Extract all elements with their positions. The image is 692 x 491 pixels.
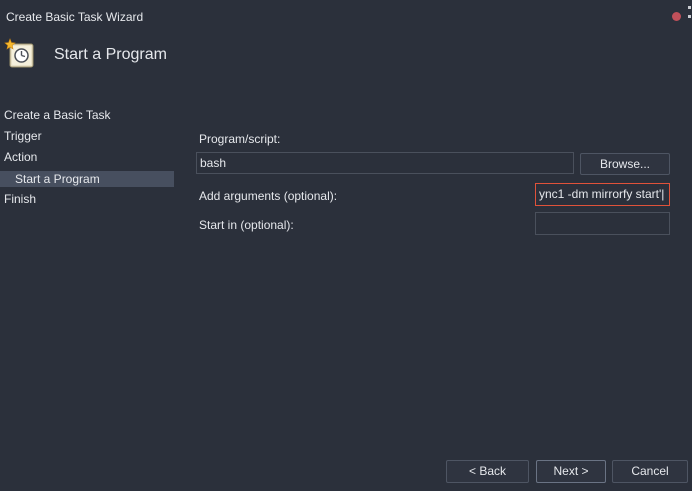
nav-item-trigger[interactable]: Trigger <box>0 127 174 148</box>
start-in-input[interactable] <box>535 212 670 235</box>
program-script-input[interactable]: bash <box>196 152 574 174</box>
browse-button[interactable]: Browse... <box>580 153 670 175</box>
program-script-label: Program/script: <box>199 132 281 146</box>
task-clock-icon <box>4 38 36 70</box>
close-icon[interactable] <box>672 12 681 21</box>
window-title: Create Basic Task Wizard <box>6 10 144 24</box>
back-button[interactable]: < Back <box>446 460 529 483</box>
nav-item-action[interactable]: Action <box>0 148 174 169</box>
title-bar: Create Basic Task Wizard <box>0 0 692 32</box>
wizard-steps-nav: Create a Basic Task Trigger Action Start… <box>0 106 174 211</box>
start-in-label: Start in (optional): <box>199 218 294 232</box>
wizard-window: Create Basic Task Wizard Start a Program… <box>0 0 692 491</box>
page-title: Start a Program <box>54 46 167 63</box>
overflow-edge-icon <box>688 6 692 30</box>
cancel-button[interactable]: Cancel <box>612 460 688 483</box>
nav-item-start-a-program[interactable]: Start a Program <box>0 171 174 187</box>
nav-item-create-basic-task[interactable]: Create a Basic Task <box>0 106 174 127</box>
add-arguments-input[interactable]: ync1 -dm mirrorfy start'| <box>535 183 670 206</box>
next-button[interactable]: Next > <box>536 460 606 483</box>
add-arguments-label: Add arguments (optional): <box>199 189 338 203</box>
nav-item-finish[interactable]: Finish <box>0 190 174 211</box>
